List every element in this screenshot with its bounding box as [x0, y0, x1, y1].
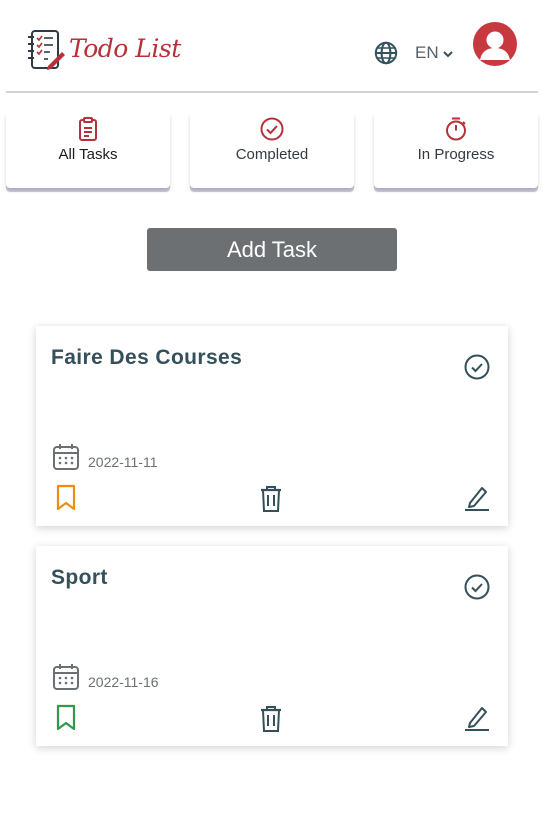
edit-icon[interactable] — [463, 484, 491, 512]
calendar-icon — [53, 444, 79, 470]
header-divider — [6, 91, 538, 93]
tab-completed[interactable]: Completed — [190, 112, 354, 188]
tab-label: Completed — [235, 146, 309, 163]
notebook-icon — [28, 30, 65, 70]
user-icon — [480, 31, 510, 60]
bookmark-icon[interactable] — [55, 704, 77, 732]
task-card: Sport 2022-11-16 — [36, 546, 508, 746]
logo[interactable]: Todo List — [26, 28, 181, 72]
tab-in-progress[interactable]: In Progress — [374, 112, 538, 188]
task-card: Faire Des Courses 2022-11-11 — [36, 326, 508, 526]
task-date: 2022-11-11 — [88, 454, 158, 470]
bookmark-icon[interactable] — [55, 484, 77, 512]
calendar-icon — [53, 664, 79, 690]
task-title: Faire Des Courses — [51, 346, 243, 369]
tab-all-tasks[interactable]: All Tasks — [6, 112, 170, 188]
chevron-down-icon — [442, 51, 453, 58]
app-title: Todo List — [69, 33, 181, 63]
check-circle-icon[interactable] — [463, 353, 491, 381]
tab-label: In Progress — [417, 146, 495, 163]
check-circle-icon[interactable] — [463, 573, 491, 601]
trash-icon[interactable] — [259, 705, 283, 733]
trash-icon[interactable] — [259, 485, 283, 513]
language-code: EN — [415, 43, 439, 62]
tab-label: All Tasks — [58, 146, 118, 163]
language-selector[interactable]: EN — [374, 41, 454, 65]
stopwatch-icon — [446, 117, 466, 141]
task-title: Sport — [51, 566, 108, 589]
add-task-button[interactable]: Add Task — [147, 228, 397, 271]
check-circle-icon — [260, 117, 284, 141]
avatar[interactable] — [473, 22, 517, 66]
task-date: 2022-11-16 — [88, 674, 159, 690]
header: Todo List EN — [0, 0, 545, 93]
todo-app: Todo List EN All Tasks Completed In Prog… — [0, 0, 545, 813]
globe-icon — [374, 41, 398, 65]
edit-icon[interactable] — [463, 704, 491, 732]
clipboard-icon — [79, 117, 97, 141]
